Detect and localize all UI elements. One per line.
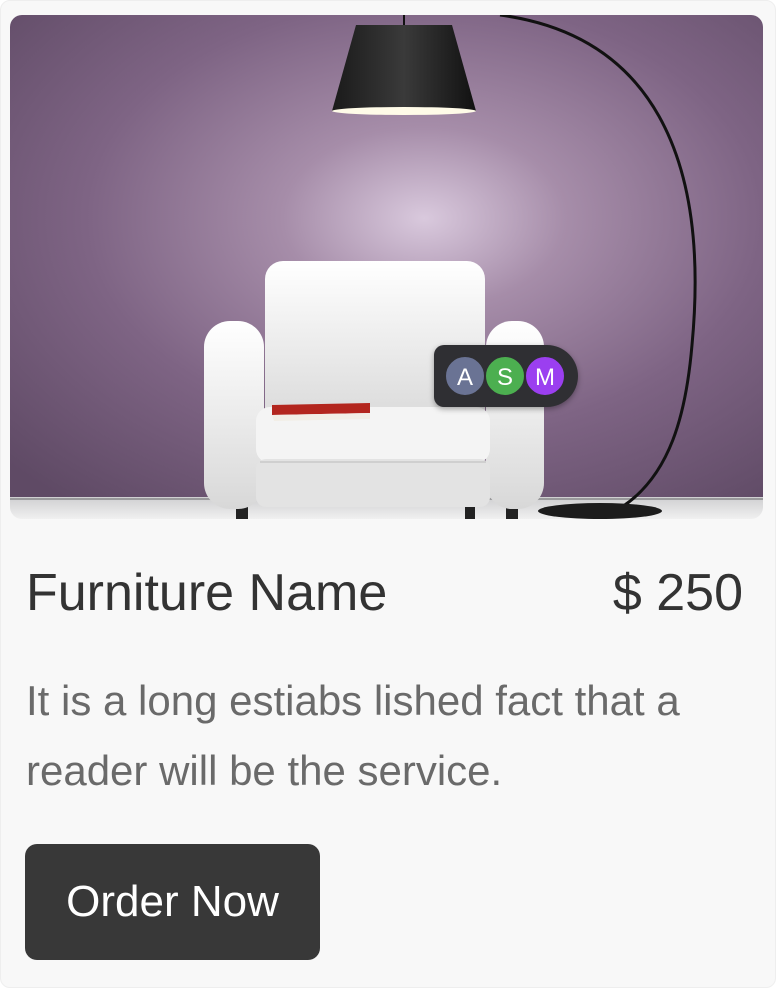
product-image: A S M <box>10 15 763 519</box>
avatar[interactable]: A <box>444 355 486 397</box>
order-now-button[interactable]: Order Now <box>25 844 320 960</box>
avatar[interactable]: S <box>484 355 526 397</box>
product-description: It is a long estiabs lished fact that a … <box>26 677 680 794</box>
product-card: A S M Furniture Name $ 250 It is a long … <box>0 0 776 988</box>
product-price: $ 250 <box>612 564 743 622</box>
avatar[interactable]: M <box>524 355 566 397</box>
product-title: Furniture Name <box>26 564 388 622</box>
armchair-lamp-illustration <box>10 15 763 519</box>
avatar-group: A S M <box>434 345 578 407</box>
